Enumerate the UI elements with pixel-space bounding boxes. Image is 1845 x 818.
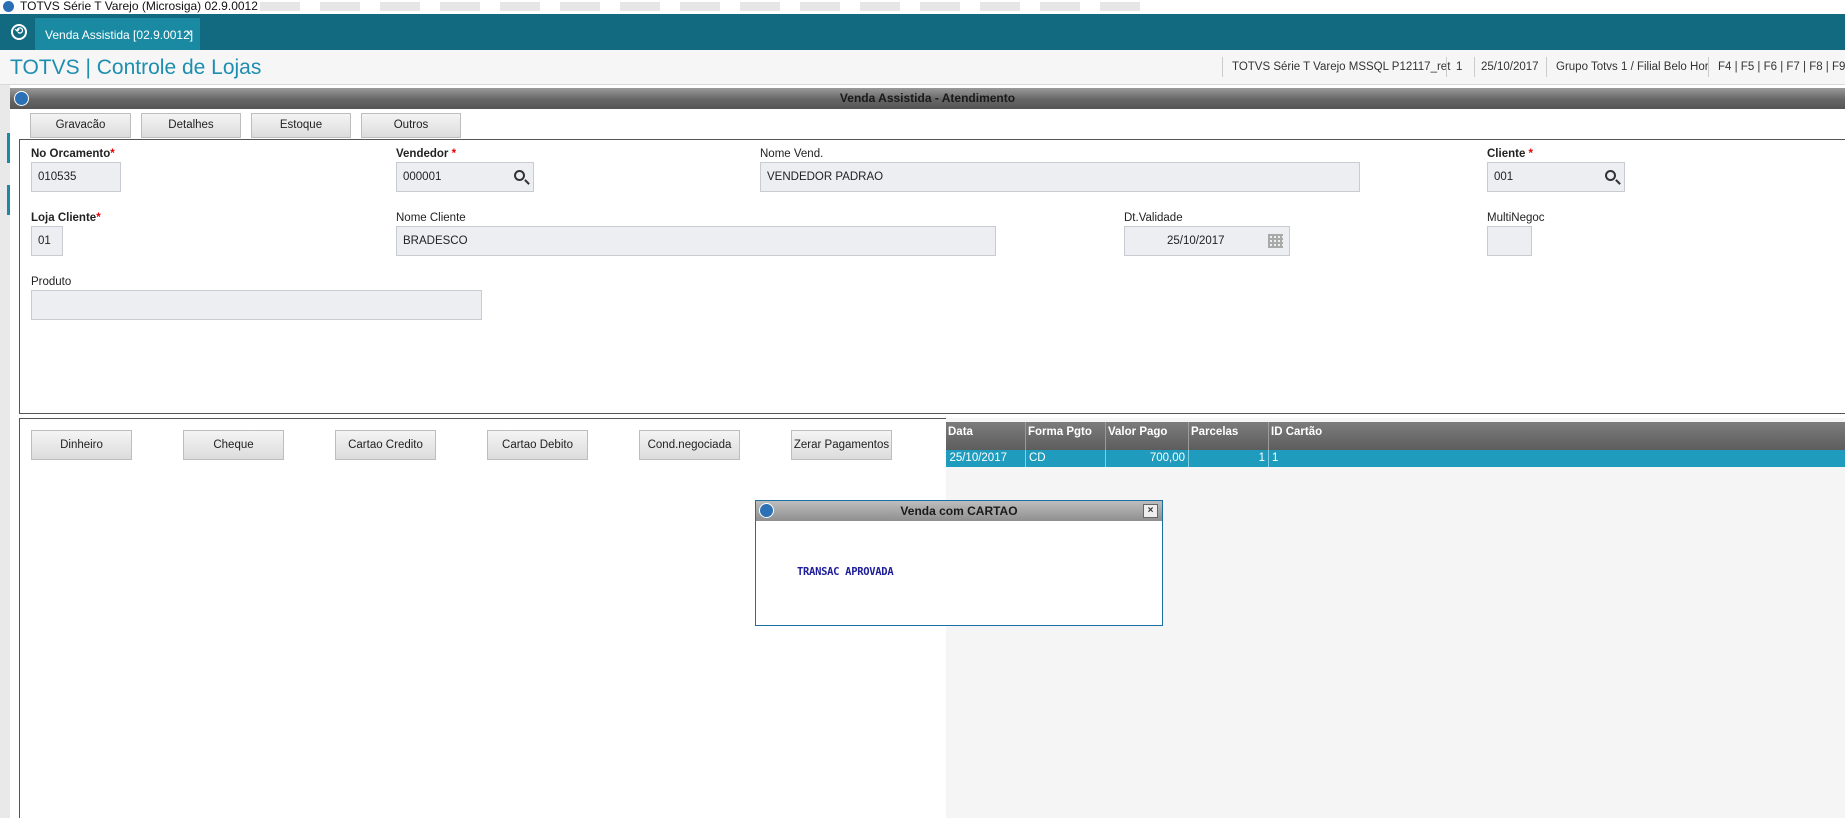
protheus-icon xyxy=(759,503,774,518)
cond-negociada-button[interactable]: Cond.negociada xyxy=(639,430,740,460)
date-info: 25/10/2017 xyxy=(1481,61,1539,73)
os-title-bar: TOTVS Série T Varejo (Microsiga) 02.9.00… xyxy=(0,0,1845,14)
cliente-label: Cliente * xyxy=(1487,148,1534,160)
toolbar: Gravacão Detalhes Estoque Outros xyxy=(10,109,1845,139)
validade-field[interactable]: 25/10/2017 xyxy=(1124,226,1290,256)
header-form: No Orcamento* 010535 Vendedor * 000001 N… xyxy=(19,139,1845,414)
sidebar-marker[interactable] xyxy=(7,185,10,215)
tab-venda-assistida[interactable]: Venda Assistida [02.9.0012] × xyxy=(35,18,200,50)
produto-field[interactable] xyxy=(31,290,482,320)
orcamento-field[interactable]: 010535 xyxy=(31,162,121,192)
tab-bar: ⟲ Venda Assistida [02.9.0012] × xyxy=(0,14,1845,50)
app-header: TOTVS | Controle de Lojas TOTVS Série T … xyxy=(0,50,1845,85)
user-info: 1 xyxy=(1456,61,1463,73)
branch-info: Grupo Totvs 1 / Filial Belo Hor xyxy=(1556,61,1709,73)
cliente-field[interactable]: 001 xyxy=(1487,162,1625,192)
estoque-button[interactable]: Estoque xyxy=(251,113,351,138)
nome-vend-field[interactable]: VENDEDOR PADRAO xyxy=(760,162,1360,192)
grid-header: Data Forma Pgto Valor Pago Parcelas ID C… xyxy=(946,422,1845,450)
left-sidebar xyxy=(0,85,10,818)
shortcut-keys[interactable]: F4 | F5 | F6 | F7 | F8 | F9 | F xyxy=(1718,61,1845,73)
cell-id-cartao: 1 xyxy=(1272,452,1279,464)
loja-cliente-label: Loja Cliente* xyxy=(31,212,101,224)
column-header[interactable]: Forma Pgto xyxy=(1026,422,1106,450)
cell-parcelas: 1 xyxy=(1189,450,1269,467)
header-divider xyxy=(1446,57,1447,77)
nome-vend-label: Nome Vend. xyxy=(760,148,824,160)
detalhes-button[interactable]: Detalhes xyxy=(141,113,241,138)
tab-label: Venda Assistida [02.9.0012] xyxy=(45,28,194,42)
tab-close-icon[interactable]: × xyxy=(186,26,192,42)
table-row[interactable]: 25/10/2017 CD 700,00 1 1 xyxy=(946,450,1845,467)
search-icon[interactable] xyxy=(514,170,525,181)
vendedor-field[interactable]: 000001 xyxy=(396,162,534,192)
cell-valor-pago: 700,00 xyxy=(1106,450,1189,467)
multinegoc-label: MultiNegoc xyxy=(1487,212,1545,224)
taskbar-blur xyxy=(260,2,1140,11)
window-title: TOTVS Série T Varejo (Microsiga) 02.9.00… xyxy=(20,0,258,13)
header-divider xyxy=(1546,57,1547,77)
produto-label: Produto xyxy=(31,276,72,288)
app-icon xyxy=(3,1,14,12)
gravacao-button[interactable]: Gravacão xyxy=(30,113,131,138)
zerar-pagamentos-button[interactable]: Zerar Pagamentos xyxy=(791,430,892,460)
nome-cliente-field[interactable]: BRADESCO xyxy=(396,226,996,256)
header-divider xyxy=(1708,57,1709,77)
window-title-bar: Venda Assistida - Atendimento xyxy=(10,88,1845,109)
dialog-message: TRANSAC APROVADA xyxy=(797,566,894,578)
search-icon[interactable] xyxy=(1605,170,1616,181)
environment-info: TOTVS Série T Varejo MSSQL P12117_ret xyxy=(1232,61,1451,73)
cell-data: 25/10/2017 xyxy=(946,450,1026,467)
home-icon[interactable]: ⟲ xyxy=(11,24,27,40)
cell-forma-pgto: CD xyxy=(1026,450,1106,467)
column-header[interactable]: Parcelas xyxy=(1189,422,1269,450)
dialog-title: Venda com CARTAO xyxy=(900,504,1018,518)
column-header[interactable]: Valor Pago xyxy=(1106,422,1189,450)
loja-cliente-field[interactable]: 01 xyxy=(31,226,63,256)
column-header[interactable]: ID Cartão xyxy=(1269,422,1845,450)
header-divider xyxy=(1474,57,1475,77)
multinegoc-field[interactable] xyxy=(1487,226,1532,256)
cartao-debito-button[interactable]: Cartao Debito xyxy=(487,430,588,460)
dialog-title-bar[interactable]: Venda com CARTAO × xyxy=(756,501,1162,521)
atendimento-title: Venda Assistida - Atendimento xyxy=(839,91,1016,105)
header-divider xyxy=(1222,57,1223,77)
vendedor-label: Vendedor * xyxy=(396,148,457,160)
venda-cartao-dialog: Venda com CARTAO × TRANSAC APROVADA xyxy=(755,500,1163,626)
cartao-credito-button[interactable]: Cartao Credito xyxy=(335,430,436,460)
column-header[interactable]: Data xyxy=(946,422,1026,450)
protheus-icon xyxy=(14,91,29,106)
brand-title: TOTVS | Controle de Lojas xyxy=(10,56,262,79)
close-icon[interactable]: × xyxy=(1143,504,1158,518)
validade-label: Dt.Validade xyxy=(1124,212,1183,224)
outros-button[interactable]: Outros xyxy=(361,113,461,138)
dinheiro-button[interactable]: Dinheiro xyxy=(31,430,132,460)
nome-cliente-label: Nome Cliente xyxy=(396,212,466,224)
orcamento-label: No Orcamento* xyxy=(31,148,115,160)
calendar-icon[interactable] xyxy=(1268,234,1283,248)
cheque-button[interactable]: Cheque xyxy=(183,430,284,460)
